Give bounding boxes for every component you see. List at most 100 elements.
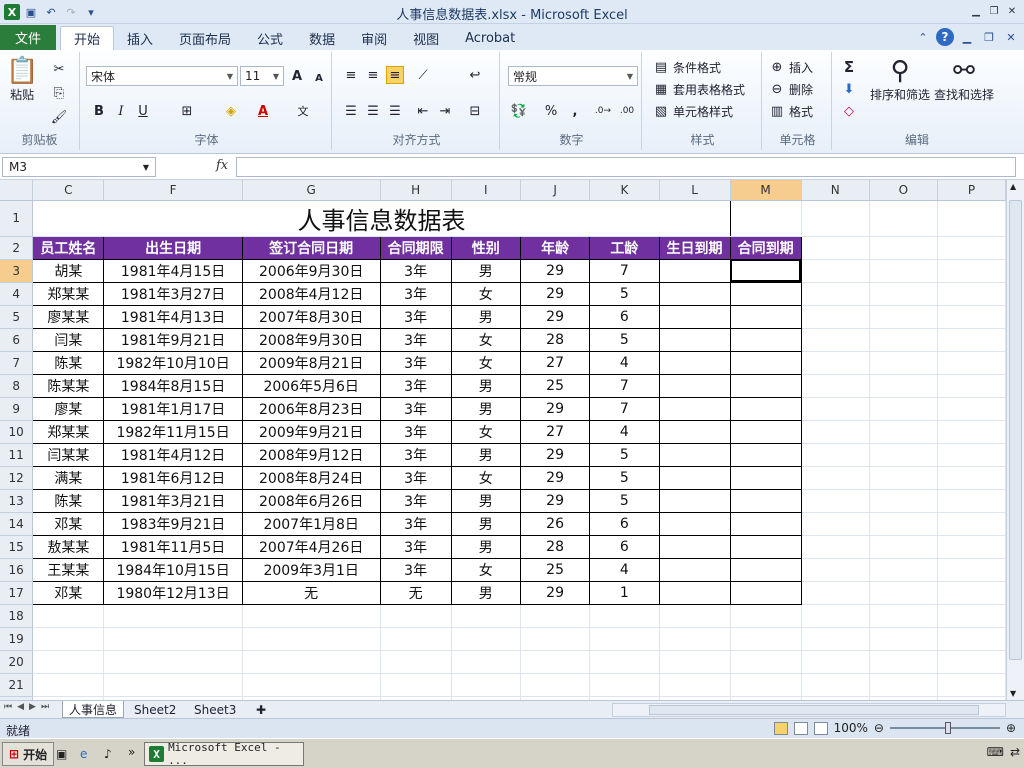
table-cell[interactable]: 4 [589, 557, 660, 582]
cell[interactable] [801, 489, 870, 513]
cell[interactable] [730, 604, 802, 628]
table-cell[interactable]: 1982年10月10日 [103, 350, 243, 375]
table-cell[interactable]: 男 [450, 442, 521, 467]
cell[interactable] [730, 673, 802, 697]
cell[interactable] [801, 328, 870, 352]
table-cell[interactable]: 29 [519, 442, 591, 467]
table-cell[interactable] [729, 557, 802, 582]
cell[interactable] [589, 627, 660, 651]
restore-icon[interactable]: ❐ [986, 3, 1002, 19]
next-sheet-icon[interactable]: ▶ [29, 702, 36, 712]
cell[interactable] [730, 650, 802, 674]
cell[interactable] [937, 673, 1006, 697]
cell[interactable] [659, 673, 731, 697]
cell[interactable] [451, 604, 521, 628]
vertical-scrollbar[interactable]: ▲ ▼ [1006, 180, 1024, 700]
cell[interactable] [520, 604, 591, 628]
table-cell[interactable]: 陈某 [32, 350, 105, 375]
column-header[interactable]: G [242, 180, 381, 201]
table-cell[interactable] [658, 442, 731, 467]
insert-function-icon[interactable]: fx [216, 158, 228, 173]
cell[interactable] [869, 328, 938, 352]
table-cell[interactable]: 5 [589, 465, 660, 490]
zoom-slider-knob[interactable] [944, 722, 951, 734]
ie-icon[interactable]: e [80, 747, 87, 761]
paste-button[interactable]: 📋 粘贴 [6, 56, 38, 103]
table-cell[interactable]: 王某某 [32, 557, 105, 582]
row-header[interactable]: 3 [0, 259, 34, 283]
table-cell[interactable]: 2006年5月6日 [241, 373, 381, 398]
table-cell[interactable]: 男 [450, 258, 521, 283]
table-cell[interactable]: 1984年10月15日 [103, 557, 243, 582]
sheet-title[interactable]: 人事信息数据表 [32, 200, 731, 237]
decrease-indent-icon[interactable]: ⇤ [414, 102, 432, 120]
cell[interactable] [801, 581, 870, 605]
table-cell[interactable]: 1981年9月21日 [103, 327, 243, 352]
table-cell[interactable]: 29 [519, 465, 591, 490]
cell[interactable] [801, 236, 870, 260]
cell[interactable] [937, 328, 1006, 352]
table-cell[interactable] [729, 396, 802, 421]
orientation-icon[interactable]: ⟋ [414, 66, 432, 84]
font-color-icon[interactable]: A [254, 102, 272, 120]
table-cell[interactable]: 1984年8月15日 [103, 373, 243, 398]
table-cell[interactable]: 3年 [379, 442, 452, 467]
column-header[interactable]: F [103, 180, 243, 201]
horizontal-scrollbar[interactable] [612, 703, 1006, 717]
tab-8[interactable]: Acrobat [452, 26, 528, 50]
table-cell[interactable] [658, 281, 731, 306]
insert-sheet-icon[interactable]: ✚ [250, 701, 272, 718]
row-header[interactable]: 17 [0, 581, 34, 605]
table-cell[interactable]: 29 [519, 281, 591, 306]
zoom-in-icon[interactable]: ⊕ [1006, 721, 1016, 735]
table-cell[interactable]: 1981年4月15日 [103, 258, 243, 283]
last-sheet-icon[interactable]: ⏭ [41, 702, 49, 712]
table-cell[interactable]: 男 [450, 580, 521, 605]
table-cell[interactable]: 1981年11月5日 [103, 534, 243, 559]
table-cell[interactable]: 7 [589, 373, 660, 398]
cell[interactable] [869, 200, 938, 237]
table-cell[interactable] [658, 511, 731, 536]
table-cell[interactable]: 4 [589, 350, 660, 375]
cell[interactable] [801, 627, 870, 651]
table-cell[interactable]: 女 [450, 281, 521, 306]
table-header-cell[interactable]: 工龄 [589, 235, 660, 260]
cell[interactable] [869, 627, 938, 651]
cell[interactable] [103, 650, 243, 674]
format-cells-button[interactable]: ▥ 格式 [768, 102, 813, 120]
cell[interactable] [380, 604, 452, 628]
cell[interactable] [801, 374, 870, 398]
row-header[interactable]: 15 [0, 535, 34, 559]
column-header[interactable]: K [589, 180, 660, 201]
network-icon[interactable]: ⇄ [1010, 745, 1020, 759]
table-cell[interactable]: 2007年1月8日 [241, 511, 381, 536]
cell[interactable] [801, 558, 870, 582]
cell[interactable] [937, 489, 1006, 513]
table-header-cell[interactable]: 生日到期 [658, 235, 731, 260]
font-size-combo[interactable]: 11 ▼ [240, 66, 284, 86]
table-cell[interactable]: 郑某某 [32, 281, 105, 306]
cell[interactable] [520, 627, 591, 651]
cell[interactable] [869, 259, 938, 283]
cell[interactable] [869, 236, 938, 260]
table-cell[interactable]: 男 [450, 488, 521, 513]
cell[interactable] [32, 627, 105, 651]
table-cell[interactable]: 3年 [379, 350, 452, 375]
cell[interactable] [242, 604, 381, 628]
table-cell[interactable]: 29 [519, 304, 591, 329]
find-select-button[interactable]: ⚯ 查找和选择 [934, 56, 994, 103]
table-header-cell[interactable]: 年龄 [519, 235, 591, 260]
table-header-cell[interactable]: 签订合同日期 [241, 235, 381, 260]
grow-font-button[interactable]: A [288, 67, 306, 85]
table-cell[interactable]: 敖某某 [32, 534, 105, 559]
table-cell[interactable]: 6 [589, 304, 660, 329]
cell[interactable] [451, 673, 521, 697]
table-header-cell[interactable]: 性别 [450, 235, 521, 260]
doc-restore-icon[interactable]: ❐ [980, 28, 998, 46]
table-cell[interactable] [658, 419, 731, 444]
minimize-icon[interactable]: ▁ [968, 3, 984, 19]
table-cell[interactable]: 28 [519, 327, 591, 352]
table-cell[interactable]: 2009年3月1日 [241, 557, 381, 582]
cell[interactable] [801, 200, 870, 237]
minimize-ribbon-icon[interactable]: ⌃ [914, 28, 932, 46]
